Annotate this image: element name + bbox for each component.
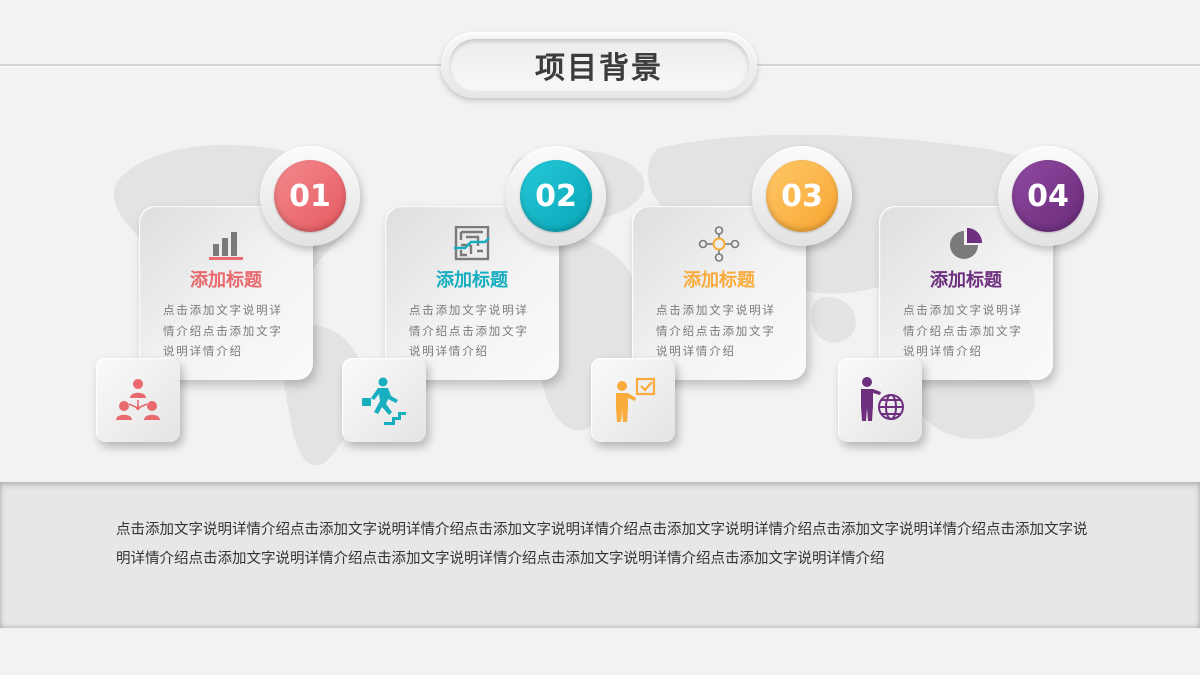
presenter-checklist-icon (616, 377, 656, 422)
card-title: 添加标题 (436, 270, 508, 291)
page-title: 项目背景 (535, 51, 663, 86)
number-badge-2: 02 (506, 146, 606, 246)
card-title: 添加标题 (930, 270, 1002, 291)
title-pill: 项目背景 (441, 32, 757, 98)
climbing-stairs-icon (362, 377, 406, 425)
network-nodes-icon (698, 226, 740, 262)
summary-text: 点击添加文字说明详情介绍点击添加文字说明详情介绍点击添加文字说明详情介绍点击添加… (116, 522, 1088, 567)
card-description: 点击添加文字说明详情介绍点击添加文字说明详情介绍 (163, 303, 283, 358)
number-circle: 01 (274, 160, 346, 232)
number-circle: 03 (766, 160, 838, 232)
slide: 项目背景 添加标题 点击添加文字说明详情介绍点击添加文字说明详情介绍 01 添加… (0, 0, 1200, 675)
tile-4[interactable] (838, 358, 922, 442)
card-title: 添加标题 (683, 270, 755, 291)
title-pill-inner: 项目背景 (449, 39, 749, 91)
team-hierarchy-icon (116, 379, 160, 420)
card-description: 点击添加文字说明详情介绍点击添加文字说明详情介绍 (656, 303, 776, 358)
number-circle: 02 (520, 160, 592, 232)
tile-1[interactable] (96, 358, 180, 442)
tile-3[interactable] (591, 358, 675, 442)
number-badge-3: 03 (752, 146, 852, 246)
number-circle: 04 (1012, 160, 1084, 232)
card-description: 点击添加文字说明详情介绍点击添加文字说明详情介绍 (903, 303, 1023, 358)
bar-chart-icon (209, 232, 243, 260)
maze-icon (454, 226, 490, 261)
card-description: 点击添加文字说明详情介绍点击添加文字说明详情介绍 (409, 303, 529, 358)
card-title: 添加标题 (190, 270, 262, 291)
pie-chart-icon (950, 228, 982, 259)
number-badge-4: 04 (998, 146, 1098, 246)
presenter-globe-icon (861, 377, 904, 421)
tile-2[interactable] (342, 358, 426, 442)
number-badge-1: 01 (260, 146, 360, 246)
